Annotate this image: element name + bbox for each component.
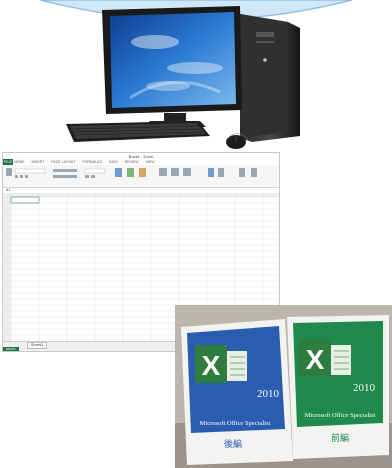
name-box[interactable]: A1 — [6, 188, 10, 192]
svg-text:X: X — [306, 344, 325, 375]
window-title: Book1 - Excel — [128, 153, 154, 159]
book-covers-photo: X 2010 Microsoft Office Specialist 後編 X … — [175, 305, 392, 468]
sheet-tab[interactable]: Sheet1 — [27, 342, 48, 349]
book-1-version: 2010 — [257, 388, 280, 400]
svg-text:X: X — [202, 350, 221, 381]
ribbon-toolbar[interactable] — [3, 165, 279, 188]
book-cover-1: X 2010 Microsoft Office Specialist 後編 — [181, 319, 293, 465]
book-cover-2: X 2010 Microsoft Office Specialist 前編 — [287, 315, 389, 459]
book-1-title: Microsoft Office Specialist — [200, 420, 271, 427]
book-2-title: Microsoft Office Specialist — [305, 412, 376, 419]
desktop-computer-image — [66, 6, 300, 149]
book-2-variant: 前編 — [331, 432, 349, 444]
book-1-variant: 後編 — [224, 438, 242, 450]
book-2-version: 2010 — [353, 382, 376, 394]
status-ready: READY — [3, 347, 19, 351]
